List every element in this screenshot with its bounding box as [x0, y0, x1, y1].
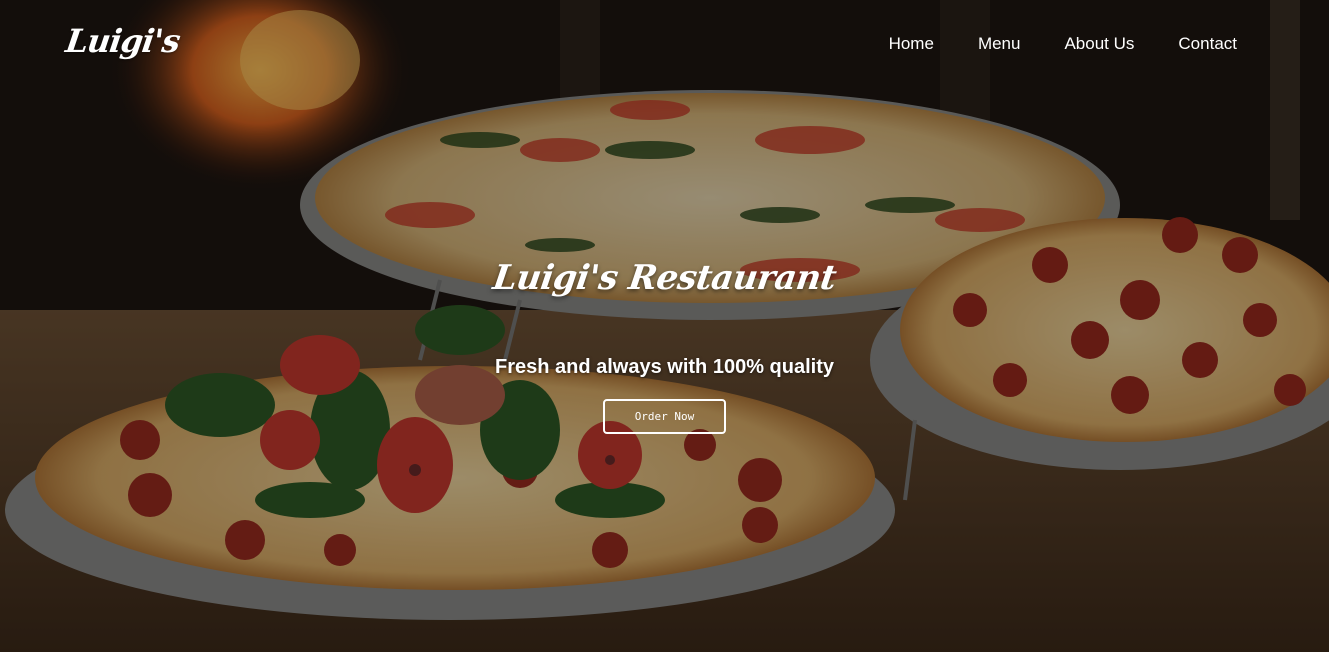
nav-link-about-us[interactable]: About Us — [1064, 34, 1134, 53]
nav-link-menu[interactable]: Menu — [978, 34, 1021, 53]
nav-link-contact[interactable]: Contact — [1178, 34, 1237, 53]
hero-subtitle: Fresh and always with 100% quality — [494, 356, 834, 378]
nav-link-home[interactable]: Home — [889, 34, 934, 53]
nav-item-contact: Contact — [1178, 34, 1237, 54]
brand-logo[interactable]: Luigi's — [63, 22, 182, 60]
order-now-button[interactable]: Order Now — [602, 399, 727, 434]
navbar: Luigi's Home Menu About Us Contact — [0, 0, 1329, 90]
hero-title: Luigi's Restaurant — [490, 258, 839, 298]
nav-item-menu: Menu — [978, 34, 1021, 54]
hero-content: Luigi's Restaurant Fresh and always with… — [0, 258, 1329, 434]
nav-item-about: About Us — [1064, 34, 1134, 54]
hero-section: Luigi's Home Menu About Us Contact Luigi… — [0, 0, 1329, 652]
nav-links: Home Menu About Us Contact — [889, 34, 1237, 54]
nav-item-home: Home — [889, 34, 934, 54]
